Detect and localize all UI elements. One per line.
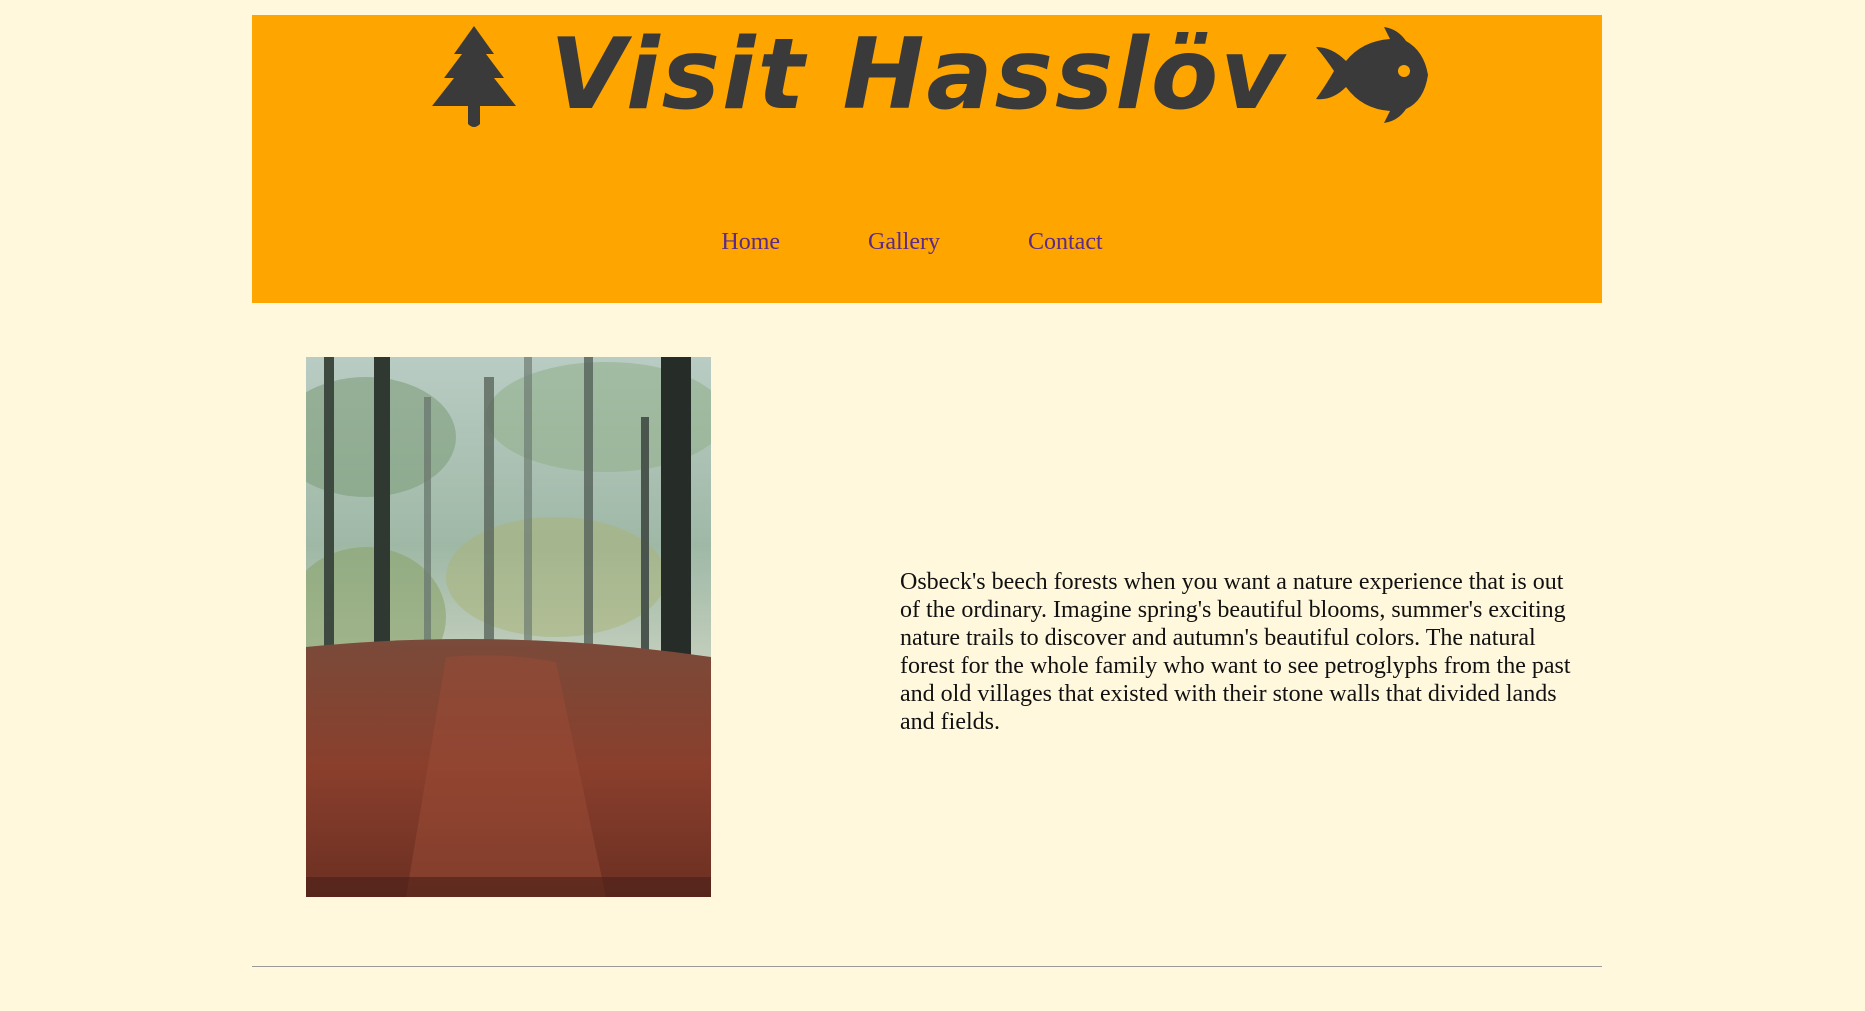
pine-tree-icon xyxy=(424,20,524,130)
page: Visit Hasslöv Home Gallery Contact Osbec… xyxy=(0,0,1865,1011)
site-header: Visit Hasslöv Home Gallery Contact xyxy=(252,15,1602,303)
fish-icon xyxy=(1312,20,1430,130)
nav-link-contact[interactable]: Contact xyxy=(1028,229,1103,256)
description-text: Osbeck's beech forests when you want a n… xyxy=(900,569,1571,735)
forest-photo xyxy=(306,357,711,897)
title-row: Visit Hasslöv xyxy=(252,15,1602,135)
footer-divider xyxy=(252,966,1602,967)
nav-link-gallery[interactable]: Gallery xyxy=(868,229,940,256)
nav-link-home[interactable]: Home xyxy=(721,229,780,256)
site-title: Visit Hasslöv xyxy=(549,18,1287,132)
main-nav: Home Gallery Contact xyxy=(252,229,1602,256)
